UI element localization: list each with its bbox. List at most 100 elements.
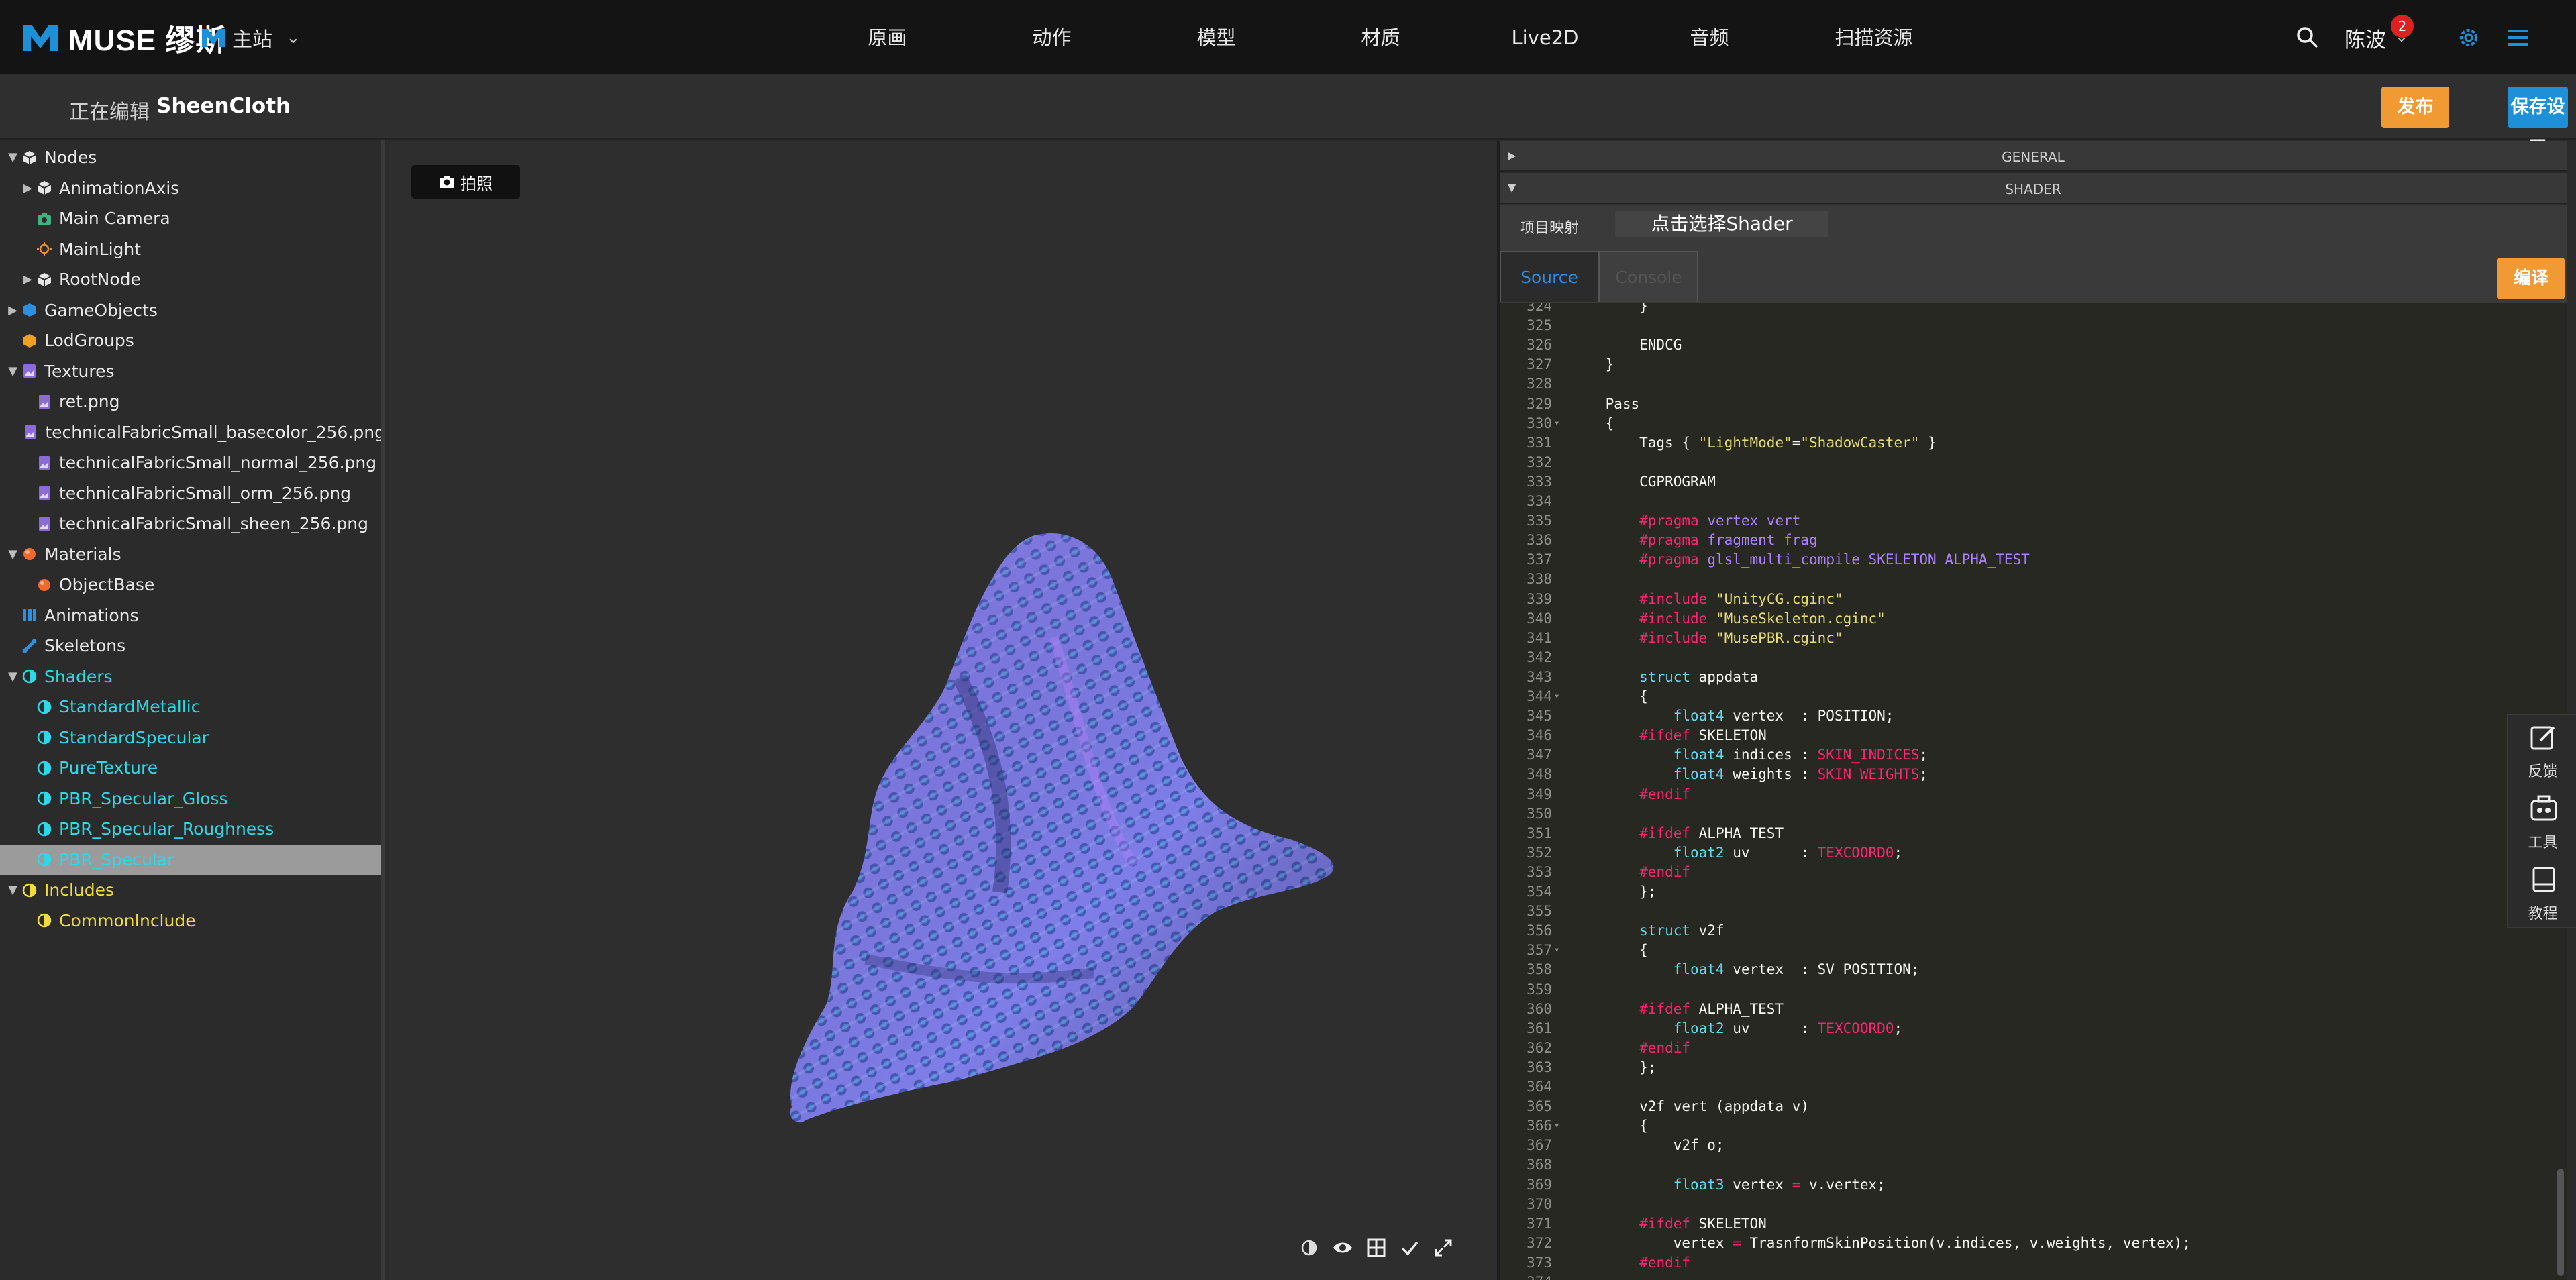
save-settings-button[interactable]: 保存设置 [2508, 87, 2568, 159]
code-line[interactable]: 373 #endif [1500, 1253, 2567, 1273]
code-line[interactable]: 364 [1500, 1077, 2567, 1097]
3d-viewport[interactable]: 拍照 [389, 141, 1497, 1280]
contrast-icon[interactable] [1298, 1237, 1320, 1259]
code-line[interactable]: 370 [1500, 1195, 2567, 1214]
code-editor[interactable]: 324 } 325 326 ENDCG 327 } 328 329 Pass 330 ▾ {3… [1500, 302, 2567, 1280]
code-line[interactable]: 327 } [1500, 355, 2567, 374]
tree-item[interactable]: LodGroups [0, 325, 381, 356]
code-line[interactable]: 338 [1500, 570, 2567, 589]
nav-item[interactable]: 材质 [1298, 0, 1463, 75]
code-line[interactable]: 339 #include "UnityCG.cginc" [1500, 590, 2567, 609]
menu-icon[interactable] [2507, 27, 2530, 48]
eye-icon[interactable] [1332, 1237, 1353, 1259]
tree-item[interactable]: StandardSpecular [0, 723, 381, 753]
code-line[interactable]: 324 } [1500, 303, 2567, 316]
nav-item[interactable]: 音频 [1627, 0, 1792, 75]
tree-item[interactable]: ▼ Textures [0, 356, 381, 386]
tree-item[interactable]: ▼ Nodes [0, 142, 381, 172]
code-line[interactable]: 334 [1500, 492, 2567, 511]
grid-icon[interactable] [1366, 1237, 1387, 1259]
code-line[interactable]: 341 #include "MusePBR.cginc" [1500, 629, 2567, 648]
site-switcher[interactable]: 主站 ⌄ [201, 21, 301, 54]
fold-marker-icon[interactable]: ▾ [1554, 687, 1559, 706]
caret-down-icon[interactable]: ▼ [4, 150, 21, 164]
snapshot-button[interactable]: 拍照 [411, 165, 520, 199]
tree-item[interactable]: ▼ Shaders [0, 661, 381, 692]
check-icon[interactable] [1399, 1237, 1421, 1259]
caret-right-icon[interactable]: ▶ [4, 303, 21, 317]
general-section-header[interactable]: ▶ GENERAL [1500, 141, 2567, 172]
code-line[interactable]: 340 #include "MuseSkeleton.cginc" [1500, 609, 2567, 629]
code-line[interactable]: 351 #ifdef ALPHA_TEST [1500, 824, 2567, 843]
code-line[interactable]: 348 float4 weights : SKIN_WEIGHTS; [1500, 765, 2567, 784]
code-line[interactable]: 342 [1500, 648, 2567, 668]
caret-right-icon[interactable]: ▶ [19, 181, 36, 195]
tree-item[interactable]: CommonInclude [0, 906, 381, 936]
caret-right-icon[interactable]: ▶ [19, 272, 36, 286]
code-line[interactable]: 344 ▾ { [1500, 687, 2567, 706]
code-line[interactable]: 333 CGPROGRAM [1500, 472, 2567, 492]
shader-picker[interactable]: 点击选择Shader [1615, 211, 1828, 237]
code-line[interactable]: 363 }; [1500, 1058, 2567, 1077]
tree-item[interactable]: Main Camera [0, 203, 381, 233]
code-line[interactable]: 345 float4 vertex : POSITION; [1500, 706, 2567, 726]
code-line[interactable]: 355 [1500, 902, 2567, 921]
caret-down-icon[interactable]: ▼ [4, 670, 21, 684]
code-line[interactable]: 352 float2 uv : TEXCOORD0; [1500, 843, 2567, 863]
tab-source[interactable]: Source [1500, 251, 1599, 302]
publish-button[interactable]: 发布 [2381, 87, 2449, 128]
caret-down-icon[interactable]: ▼ [4, 883, 21, 897]
tree-item[interactable]: ObjectBase [0, 570, 381, 600]
code-line[interactable]: 367 v2f o; [1500, 1136, 2567, 1155]
expand-icon[interactable] [1433, 1237, 1454, 1259]
search-icon[interactable] [2294, 24, 2321, 51]
tree-item[interactable]: ▶ AnimationAxis [0, 173, 381, 203]
chevron-down-icon[interactable]: ⌄ [2395, 27, 2408, 46]
tree-item[interactable]: ▶ RootNode [0, 264, 381, 295]
code-line[interactable]: 371 #ifdef SKELETON [1500, 1214, 2567, 1234]
caret-down-icon[interactable]: ▼ [4, 547, 21, 562]
code-line[interactable]: 330 ▾ { [1500, 414, 2567, 433]
tree-item[interactable]: PBR_Specular_Gloss [0, 784, 381, 814]
code-line[interactable]: 354 }; [1500, 882, 2567, 902]
tree-item[interactable]: Skeletons [0, 631, 381, 661]
side-tool-button[interactable]: 工具 [2508, 786, 2576, 857]
nav-item[interactable]: Live2D [1463, 0, 1627, 75]
fold-marker-icon[interactable]: ▾ [1554, 941, 1559, 960]
code-line[interactable]: 359 [1500, 980, 2567, 1000]
code-line[interactable]: 337 #pragma glsl_multi_compile SKELETON … [1500, 550, 2567, 570]
code-line[interactable]: 332 [1500, 453, 2567, 472]
tree-item[interactable]: technicalFabricSmall_basecolor_256.png [0, 417, 381, 447]
nav-item[interactable]: 模型 [1134, 0, 1298, 75]
code-line[interactable]: 361 float2 uv : TEXCOORD0; [1500, 1019, 2567, 1038]
nav-item[interactable]: 原画 [805, 0, 970, 75]
code-line[interactable]: 335 #pragma vertex vert [1500, 511, 2567, 531]
code-line[interactable]: 331 Tags { "LightMode"="ShadowCaster" } [1500, 433, 2567, 453]
compile-button[interactable]: 编译 [2497, 258, 2565, 299]
code-line[interactable]: 365 v2f vert (appdata v) [1500, 1097, 2567, 1116]
tree-item[interactable]: PureTexture [0, 753, 381, 783]
brand[interactable]: MUSE 缪斯 [21, 20, 225, 57]
tree-item[interactable]: ret.png [0, 386, 381, 417]
tree-item[interactable]: PBR_Specular_Roughness [0, 814, 381, 844]
code-line[interactable]: 356 struct v2f [1500, 921, 2567, 941]
code-line[interactable]: 360 #ifdef ALPHA_TEST [1500, 1000, 2567, 1019]
code-line[interactable]: 372 vertex = TrasnformSkinPosition(v.ind… [1500, 1234, 2567, 1253]
tree-item[interactable]: Animations [0, 600, 381, 631]
code-line[interactable]: 366 ▾ { [1500, 1116, 2567, 1136]
shader-section-header[interactable]: ▼ SHADER [1500, 173, 2567, 204]
fold-marker-icon[interactable]: ▾ [1554, 1116, 1559, 1136]
side-tool-button[interactable]: 教程 [2508, 857, 2576, 928]
code-line[interactable]: 329 Pass [1500, 394, 2567, 414]
code-line[interactable]: 368 [1500, 1155, 2567, 1175]
tree-item[interactable]: PBR_Specular [0, 844, 381, 875]
nav-item[interactable]: 扫描资源 [1792, 0, 1956, 75]
code-line[interactable]: 328 [1500, 374, 2567, 394]
side-tool-button[interactable]: 反馈 [2508, 715, 2576, 786]
code-line[interactable]: 374 [1500, 1273, 2567, 1280]
gear-icon[interactable] [2457, 25, 2481, 50]
code-line[interactable]: 353 #endif [1500, 863, 2567, 882]
tree-item[interactable]: StandardMetallic [0, 692, 381, 722]
tree-item[interactable]: technicalFabricSmall_sheen_256.png [0, 509, 381, 539]
caret-down-icon[interactable]: ▼ [4, 364, 21, 378]
